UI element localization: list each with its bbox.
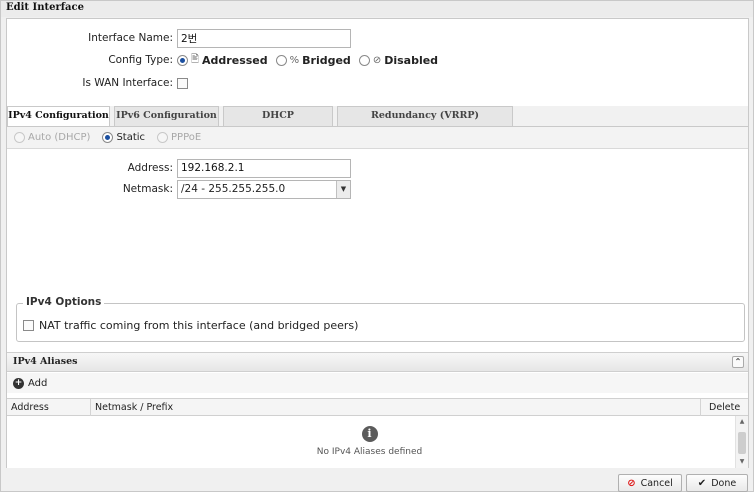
window-title: Edit Interface [1, 1, 753, 17]
ipv4-aliases-title: IPv4 Aliases [13, 356, 78, 367]
collapse-icon[interactable]: ⌃ [732, 356, 744, 368]
done-button-label: Done [711, 477, 737, 489]
tab-redundancy-configuration[interactable]: Redundancy (VRRP) Configuration [337, 106, 513, 139]
address-input[interactable] [177, 158, 351, 178]
config-type-bridged-option[interactable]: % Bridged [275, 53, 351, 67]
netmask-label: Netmask: [122, 183, 173, 195]
is-wan-checkbox[interactable] [177, 77, 188, 89]
mode-static-option[interactable]: Static [102, 132, 145, 143]
netmask-select[interactable]: /24 - 255.255.255.0 ▼ [177, 179, 351, 199]
info-icon: i [361, 426, 378, 442]
address-label: Address: [127, 162, 173, 174]
ipv4-mode-bar: Auto (DHCP) Static PPPoE [7, 127, 748, 149]
checkmark-icon: ✔ [697, 477, 707, 489]
config-type-addressed-label: Addressed [202, 53, 268, 67]
interface-name-row: Interface Name: [7, 28, 351, 48]
config-type-bridged-label: Bridged [302, 53, 351, 67]
mode-auto-dhcp-label: Auto (DHCP) [28, 132, 91, 143]
edit-interface-window: Edit Interface Interface Name: Config Ty… [0, 0, 754, 492]
mode-static-radio[interactable] [102, 132, 114, 143]
aliases-scrollbar[interactable]: ▲ ▼ [735, 416, 748, 468]
tab-ipv4-configuration[interactable]: IPv4 Configuration [7, 106, 110, 127]
mode-pppoe-radio [157, 132, 169, 143]
scroll-up-icon[interactable]: ▲ [736, 416, 748, 428]
scrollbar-thumb[interactable] [738, 432, 746, 454]
aliases-empty-text: No IPv4 Aliases defined [316, 447, 423, 457]
config-type-row: Config Type: 🖹 Addressed % Bridged ⊘ Dis… [7, 50, 446, 70]
aliases-toolbar: + Add [7, 373, 748, 393]
ipv4-aliases-header: IPv4 Aliases ⌃ [7, 352, 748, 372]
config-tabs: IPv4 Configuration IPv6 Configuration DH… [7, 106, 748, 139]
netmask-selected-value: /24 - 255.255.255.0 [181, 183, 286, 195]
config-type-label: Config Type: [108, 54, 173, 66]
document-icon: 🖹 [191, 53, 200, 65]
netmask-row: Netmask: /24 - 255.255.255.0 ▼ [7, 179, 351, 199]
interface-name-label: Interface Name: [88, 32, 173, 44]
mode-auto-dhcp-option: Auto (DHCP) [14, 132, 90, 143]
config-type-disabled-radio[interactable] [358, 54, 370, 66]
nat-checkbox[interactable] [23, 320, 34, 331]
cancel-icon: ⊘ [627, 477, 636, 489]
column-header-delete[interactable]: Delete [701, 399, 748, 416]
config-type-addressed-radio[interactable] [177, 54, 188, 66]
tab-ipv6-configuration[interactable]: IPv6 Configuration [114, 106, 219, 126]
mode-auto-dhcp-radio [14, 132, 25, 143]
column-header-netmask-prefix[interactable]: Netmask / Prefix [91, 399, 701, 416]
add-icon[interactable]: + [13, 377, 24, 389]
aliases-grid-body: i No IPv4 Aliases defined ▲ ▼ [7, 416, 748, 468]
column-header-address[interactable]: Address [7, 399, 91, 416]
disabled-icon: ⊘ [372, 54, 382, 66]
nat-option[interactable]: NAT traffic coming from this interface (… [23, 319, 358, 332]
ipv4-options-legend: IPv4 Options [23, 296, 105, 308]
mode-pppoe-label: PPPoE [171, 132, 202, 143]
aliases-empty-state: i No IPv4 Aliases defined [7, 426, 732, 457]
config-type-addressed-option[interactable]: 🖹 Addressed [177, 52, 268, 69]
tab-dhcp-configuration[interactable]: DHCP Configuration [223, 106, 333, 139]
chevron-down-icon[interactable]: ▼ [336, 180, 350, 198]
cancel-button-label: Cancel [640, 477, 673, 489]
config-type-disabled-label: Disabled [384, 53, 439, 67]
address-row: Address: [7, 158, 351, 178]
config-type-disabled-option[interactable]: ⊘ Disabled [358, 53, 439, 67]
main-panel: Interface Name: Config Type: 🖹 Addressed… [6, 18, 749, 468]
mode-pppoe-option: PPPoE [157, 132, 201, 143]
ipv4-options-fieldset: IPv4 Options NAT traffic coming from thi… [16, 296, 745, 342]
config-type-bridged-radio[interactable] [275, 54, 287, 66]
done-button[interactable]: ✔ Done [686, 474, 748, 492]
mode-static-label: Static [116, 132, 146, 143]
add-alias-button[interactable]: Add [28, 378, 47, 389]
link-icon: % [289, 54, 300, 66]
is-wan-row: Is WAN Interface: [7, 73, 188, 93]
interface-name-input[interactable] [177, 28, 351, 48]
aliases-grid-header: Address Netmask / Prefix Delete [7, 398, 748, 416]
is-wan-label: Is WAN Interface: [82, 77, 173, 89]
nat-label: NAT traffic coming from this interface (… [39, 319, 359, 332]
cancel-button[interactable]: ⊘ Cancel [618, 474, 682, 492]
scroll-down-icon[interactable]: ▼ [736, 456, 748, 468]
